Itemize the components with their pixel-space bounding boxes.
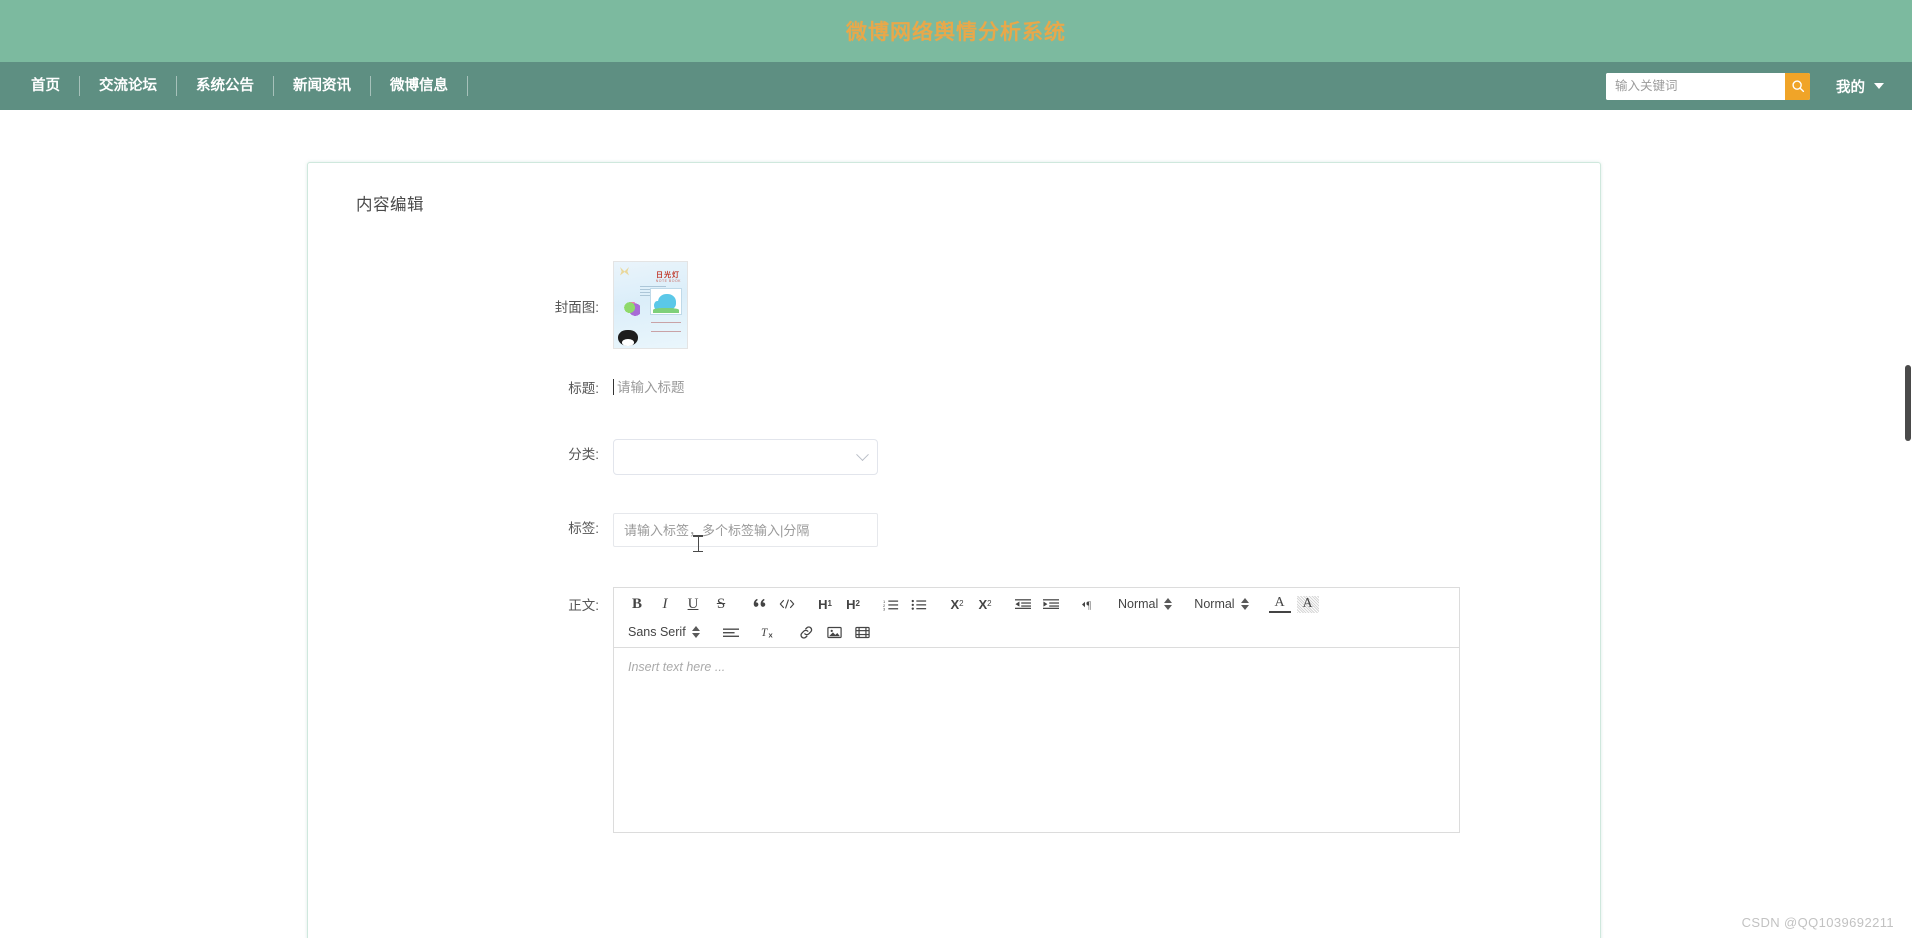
blockquote-icon[interactable]: [748, 594, 770, 614]
site-header: 微博网络舆情分析系统: [0, 0, 1912, 62]
indent-icon[interactable]: [1040, 594, 1062, 614]
butterfly-icon: [620, 267, 629, 276]
tag-label: 标签:: [568, 521, 599, 536]
svg-text:¶: ¶: [1086, 600, 1091, 610]
watermark-text: CSDN @QQ1039692211: [1741, 915, 1894, 930]
main-navbar: 首页 交流论坛 系统公告 新闻资讯 微博信息 我的: [0, 62, 1912, 110]
category-label: 分类:: [568, 447, 599, 462]
video-icon[interactable]: [852, 622, 874, 642]
category-control: [613, 439, 1600, 475]
category-select[interactable]: [613, 439, 878, 475]
navbar-right: 我的: [1606, 72, 1884, 100]
header-size-value: Normal: [1118, 597, 1159, 611]
superscript-icon[interactable]: X2: [974, 594, 996, 614]
image-icon[interactable]: [824, 622, 846, 642]
content-control: B I U S H 1 H 2 1 2 3 X 2 X 2 ¶ Normal N…: [613, 587, 1600, 833]
chevron-down-icon: [1874, 83, 1884, 89]
cover-picture-frame: [650, 288, 682, 315]
page-scrollbar[interactable]: [1904, 110, 1912, 938]
cover-image-thumbnail[interactable]: 日光灯 NOTE BOOK: [613, 261, 688, 349]
outdent-icon[interactable]: [1012, 594, 1034, 614]
text-direction-icon[interactable]: ¶: [1078, 594, 1100, 614]
text-caret: [613, 379, 614, 395]
editor-toolbar: B I U S H 1 H 2 1 2 3 X 2 X 2 ¶ Normal N…: [614, 588, 1459, 648]
nav-item-announcement[interactable]: 系统公告: [177, 76, 274, 96]
heading-2-icon[interactable]: H2: [842, 594, 864, 614]
font-size-picker[interactable]: Normal: [1192, 597, 1262, 611]
content-edit-form: 封面图: 日光灯 NOTE BOOK 标题: 请输入标题 分类: 标签: 请输入…: [308, 215, 1600, 833]
chevron-updown-icon: [1240, 598, 1249, 610]
search-button[interactable]: [1785, 72, 1810, 100]
user-menu[interactable]: 我的: [1836, 76, 1884, 97]
align-icon[interactable]: [720, 622, 742, 642]
ordered-list-icon[interactable]: 1 2 3: [880, 594, 902, 614]
form-row-content: 正文: B I U S H 1 H 2 1 2 3 X 2 X 2 ¶ Norm…: [308, 587, 1600, 833]
tag-control: [613, 513, 1600, 547]
editor-content-area[interactable]: Insert text here ...: [614, 648, 1459, 832]
title-input[interactable]: [615, 373, 1035, 403]
nav-item-home[interactable]: 首页: [12, 76, 80, 96]
background-color-icon[interactable]: A: [1296, 595, 1319, 613]
bullet-list-icon[interactable]: [908, 594, 930, 614]
chevron-updown-icon: [691, 626, 700, 638]
clear-format-icon[interactable]: T x: [758, 622, 780, 642]
search-input[interactable]: [1606, 72, 1785, 100]
nav-item-news[interactable]: 新闻资讯: [274, 76, 371, 96]
page-title: 微博网络舆情分析系统: [846, 21, 1066, 44]
cover-control: 日光灯 NOTE BOOK: [613, 261, 1600, 349]
form-row-cover: 封面图: 日光灯 NOTE BOOK: [308, 261, 1600, 355]
cover-ruled-line: [651, 322, 681, 323]
search-icon: [1791, 79, 1805, 93]
cover-ruled-line: [651, 331, 681, 332]
underline-icon[interactable]: U: [682, 594, 704, 614]
page-body: 内容编辑 封面图: 日光灯 NOTE BOOK 标题: 请输入标题 分类: 标签…: [0, 110, 1912, 938]
tag-input[interactable]: [613, 513, 878, 547]
font-size-value: Normal: [1194, 597, 1235, 611]
grass-decor: [653, 308, 679, 313]
editor-placeholder: Insert text here ...: [628, 660, 726, 674]
chevron-down-icon: [856, 447, 869, 461]
header-size-picker[interactable]: Normal: [1116, 597, 1186, 611]
cover-brand-subtext: NOTE BOOK: [655, 279, 681, 283]
nav-item-weibo[interactable]: 微博信息: [371, 76, 468, 96]
rich-text-editor: B I U S H 1 H 2 1 2 3 X 2 X 2 ¶ Normal N…: [613, 587, 1460, 833]
svg-text:3: 3: [883, 606, 886, 611]
strikethrough-icon[interactable]: S: [710, 594, 732, 614]
title-control: [613, 373, 1600, 403]
user-menu-label: 我的: [1836, 79, 1865, 96]
cover-label: 封面图:: [554, 300, 599, 315]
search-box: [1606, 72, 1810, 100]
code-block-icon[interactable]: [776, 594, 798, 614]
scrollbar-thumb[interactable]: [1905, 365, 1911, 441]
form-row-category: 分类:: [308, 439, 1600, 475]
heading-1-icon[interactable]: H1: [814, 594, 836, 614]
link-icon[interactable]: [796, 622, 818, 642]
form-row-title: 标题:: [308, 373, 1600, 405]
content-edit-card: 内容编辑 封面图: 日光灯 NOTE BOOK 标题: 请输入标题 分类: 标签…: [307, 162, 1601, 938]
nav-item-forum[interactable]: 交流论坛: [80, 76, 177, 96]
title-label: 标题:: [568, 381, 599, 396]
font-family-picker[interactable]: Sans Serif: [626, 625, 714, 639]
flower-icon: [624, 302, 640, 316]
chevron-updown-icon: [1164, 598, 1173, 610]
content-label: 正文:: [568, 598, 599, 613]
italic-icon[interactable]: I: [654, 594, 676, 614]
font-family-value: Sans Serif: [628, 625, 686, 639]
nav-list: 首页 交流论坛 系统公告 新闻资讯 微博信息: [0, 76, 468, 96]
card-title: 内容编辑: [356, 196, 424, 214]
font-color-icon[interactable]: A: [1268, 596, 1291, 613]
cat-icon: [618, 330, 638, 346]
subscript-icon[interactable]: X2: [946, 594, 968, 614]
bold-icon[interactable]: B: [626, 594, 648, 614]
svg-text:x: x: [768, 631, 773, 639]
form-row-tag: 标签:: [308, 513, 1600, 547]
svg-text:T: T: [761, 627, 768, 639]
